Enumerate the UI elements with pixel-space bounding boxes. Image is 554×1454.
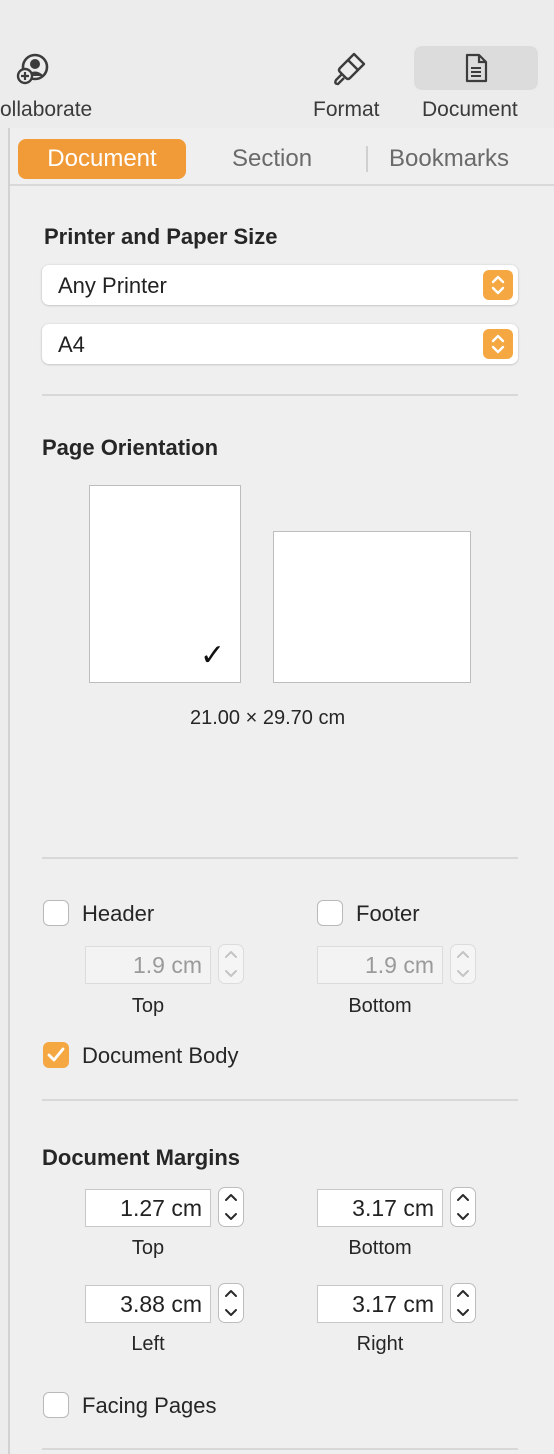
margin-bottom-stepper[interactable]	[450, 1187, 476, 1227]
footer-label: Footer	[356, 901, 420, 926]
margin-right-stepper[interactable]	[450, 1283, 476, 1323]
facing-pages-checkbox[interactable]	[43, 1392, 69, 1418]
tabs-divider	[10, 184, 554, 186]
tab-document[interactable]: Document	[18, 139, 186, 179]
margin-bottom-field[interactable]: 3.17 cm	[317, 1189, 443, 1227]
footer-distance-stepper[interactable]	[450, 944, 476, 984]
paintbrush-icon	[334, 52, 366, 86]
stepper-arrows-icon	[225, 951, 237, 977]
collaborate-button[interactable]: ollaborate	[0, 46, 110, 128]
header-checkbox[interactable]	[43, 900, 69, 926]
margin-top-label: Top	[131, 1237, 165, 1259]
header-top-label: Top	[131, 995, 165, 1017]
header-distance-stepper[interactable]	[218, 944, 244, 984]
checkmark-icon	[47, 1047, 65, 1062]
divider	[42, 1099, 518, 1101]
stepper-arrows-icon	[457, 1290, 469, 1316]
divider	[42, 857, 518, 859]
page-size-text: 21.00 × 29.70 cm	[190, 707, 346, 729]
tab-separator	[366, 146, 368, 172]
selected-checkmark: ✓	[200, 639, 226, 672]
portrait-orientation-option[interactable]: ✓	[89, 485, 241, 683]
divider	[42, 394, 518, 396]
margin-left-field[interactable]: 3.88 cm	[85, 1285, 211, 1323]
header-distance-field[interactable]: 1.9 cm	[85, 946, 211, 984]
facing-pages-label: Facing Pages	[82, 1393, 217, 1418]
updown-chevron-icon	[491, 275, 505, 295]
stepper-arrows-icon	[225, 1290, 237, 1316]
stepper-arrows-icon	[457, 951, 469, 977]
paper-size-value: A4	[58, 332, 85, 357]
footer-bottom-label: Bottom	[348, 995, 412, 1017]
stepper-arrows-icon	[457, 1194, 469, 1220]
format-label: Format	[313, 98, 380, 121]
document-body-checkbox[interactable]	[43, 1042, 69, 1068]
footer-checkbox[interactable]	[317, 900, 343, 926]
tab-bookmarks[interactable]: Bookmarks	[389, 145, 509, 173]
stepper-arrows-icon	[225, 1194, 237, 1220]
document-toolbar-label: Document	[422, 98, 518, 121]
margin-left-stepper[interactable]	[218, 1283, 244, 1323]
tab-section[interactable]: Section	[232, 145, 312, 173]
collaborate-icon	[16, 53, 49, 85]
orientation-heading: Page Orientation	[42, 435, 219, 460]
footer-distance-field[interactable]: 1.9 cm	[317, 946, 443, 984]
printer-value: Any Printer	[58, 273, 167, 298]
updown-chevron-icon	[491, 334, 505, 354]
margin-right-field[interactable]: 3.17 cm	[317, 1285, 443, 1323]
margin-right-label: Right	[356, 1333, 404, 1355]
document-icon	[465, 53, 488, 83]
margin-top-stepper[interactable]	[218, 1187, 244, 1227]
margins-heading: Document Margins	[42, 1145, 241, 1170]
printer-heading: Printer and Paper Size	[44, 224, 278, 249]
format-button[interactable]: Format	[302, 46, 398, 128]
header-label: Header	[82, 901, 155, 926]
document-body-label: Document Body	[82, 1043, 239, 1068]
printer-popup-arrows	[483, 270, 513, 300]
divider	[42, 1448, 518, 1450]
margin-left-label: Left	[131, 1333, 165, 1355]
margin-bottom-label: Bottom	[348, 1237, 412, 1259]
paper-size-popup[interactable]: A4	[42, 324, 518, 364]
landscape-orientation-option[interactable]	[273, 531, 471, 683]
collaborate-label: ollaborate	[0, 98, 93, 121]
margin-top-field[interactable]: 1.27 cm	[85, 1189, 211, 1227]
paper-popup-arrows	[483, 329, 513, 359]
printer-popup[interactable]: Any Printer	[42, 265, 518, 305]
